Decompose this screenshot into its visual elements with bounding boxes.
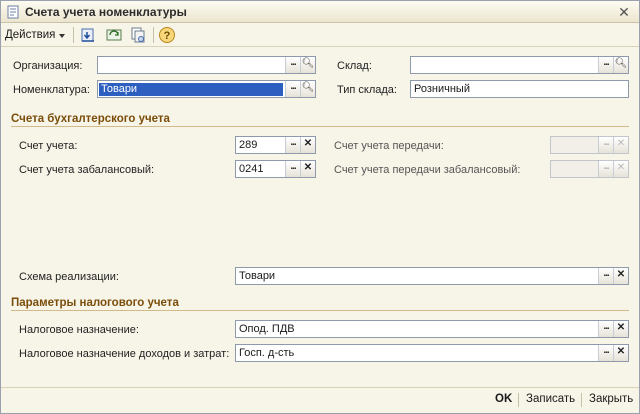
copy-document-icon[interactable]	[129, 26, 147, 44]
warehouse-type-field[interactable]: Розничный	[410, 80, 629, 98]
document-icon	[7, 5, 19, 19]
organization-label: Организация:	[13, 60, 83, 72]
search-icon[interactable]: 🔍︎	[300, 81, 315, 97]
actions-menu[interactable]: Действия	[5, 27, 66, 43]
warehouse-type-label: Тип склада:	[337, 84, 397, 96]
search-icon[interactable]: 🔍︎	[300, 57, 315, 73]
ellipsis-icon[interactable]: ...	[285, 161, 300, 177]
help-icon[interactable]: ?	[158, 26, 176, 44]
section-divider	[11, 126, 629, 127]
warehouse-label: Склад:	[337, 60, 372, 72]
ellipsis-icon[interactable]: ...	[598, 268, 613, 284]
footer-separator	[518, 393, 519, 407]
footer-separator	[581, 393, 582, 407]
actions-menu-label: Действия	[5, 29, 56, 41]
close-button[interactable]: Закрыть	[589, 393, 633, 405]
close-icon[interactable]: ✕	[616, 4, 632, 20]
ellipsis-icon: ...	[598, 161, 613, 177]
clear-x-icon[interactable]: ✕	[613, 268, 628, 284]
clear-x-icon[interactable]: ✕	[300, 137, 315, 153]
search-icon[interactable]: 🔍︎	[613, 57, 628, 73]
ellipsis-icon[interactable]: ...	[285, 137, 300, 153]
transfer-offbalance-field: ... ✕	[550, 160, 629, 178]
move-down-icon[interactable]	[79, 26, 97, 44]
caret-down-icon	[59, 34, 66, 38]
toolbar-separator	[73, 27, 74, 43]
clear-x-icon: ✕	[613, 137, 628, 153]
title-bar: Счета учета номенклатуры ✕	[1, 1, 639, 23]
ok-button[interactable]: OK	[495, 393, 512, 405]
nomenclature-label: Номенклатура:	[13, 84, 90, 96]
ellipsis-icon[interactable]: ...	[285, 81, 300, 97]
toolbar-separator	[153, 27, 154, 43]
nomenclature-field[interactable]: Товари ... 🔍︎	[97, 80, 316, 98]
clear-x-icon[interactable]: ✕	[613, 321, 628, 337]
transfer-account-label: Счет учета передачи:	[334, 140, 444, 152]
offbalance-account-label: Счет учета забалансовый:	[19, 164, 155, 176]
svg-text:?: ?	[164, 30, 171, 42]
ellipsis-icon[interactable]: ...	[285, 57, 300, 73]
clear-x-icon[interactable]: ✕	[613, 345, 628, 361]
ellipsis-icon[interactable]: ...	[598, 345, 613, 361]
transfer-account-field: ... ✕	[550, 136, 629, 154]
transfer-offbalance-label: Счет учета передачи забалансовый:	[334, 164, 521, 176]
account-field[interactable]: 289 ... ✕	[235, 136, 316, 154]
footer-divider	[1, 387, 639, 388]
section-divider	[11, 310, 629, 311]
clear-x-icon[interactable]: ✕	[300, 161, 315, 177]
tax-section-title: Параметры налогового учета	[11, 297, 179, 309]
ellipsis-icon[interactable]: ...	[598, 321, 613, 337]
sale-scheme-field[interactable]: Товари ... ✕	[235, 267, 629, 285]
income-tax-purpose-label: Налоговое назначение доходов и затрат:	[19, 348, 230, 360]
organization-field[interactable]: ... 🔍︎	[97, 56, 316, 74]
ellipsis-icon: ...	[598, 137, 613, 153]
ellipsis-icon[interactable]: ...	[598, 57, 613, 73]
toolbar: Действия ?	[1, 23, 639, 47]
tax-purpose-field[interactable]: Опод. ПДВ ... ✕	[235, 320, 629, 338]
refresh-icon[interactable]	[105, 26, 123, 44]
window-title: Счета учета номенклатуры	[25, 5, 187, 19]
save-button[interactable]: Записать	[526, 393, 575, 405]
warehouse-field[interactable]: ... 🔍︎	[410, 56, 629, 74]
income-tax-purpose-field[interactable]: Госп. д-сть ... ✕	[235, 344, 629, 362]
clear-x-icon: ✕	[613, 161, 628, 177]
offbalance-account-field[interactable]: 0241 ... ✕	[235, 160, 316, 178]
window: Счета учета номенклатуры ✕ Действия ? Ор…	[0, 0, 640, 414]
account-label: Счет учета:	[19, 140, 78, 152]
sale-scheme-label: Схема реализации:	[19, 271, 119, 283]
accounting-section-title: Счета бухгалтерского учета	[11, 113, 170, 125]
tax-purpose-label: Налоговое назначение:	[19, 324, 139, 336]
